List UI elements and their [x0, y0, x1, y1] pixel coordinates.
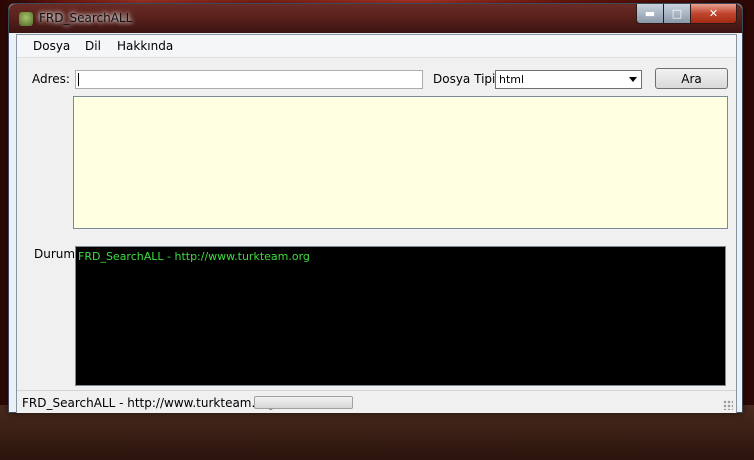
search-button[interactable]: Ara — [655, 68, 728, 89]
status-log-line: FRD_SearchALL - http://www.turkteam.org — [78, 250, 310, 263]
title-bar[interactable]: FRD_SearchALL ▬ □ ✕ — [9, 4, 742, 33]
desktop-floor — [0, 405, 754, 460]
menu-bar: Dosya Dil Hakkında — [17, 35, 736, 58]
close-button[interactable]: ✕ — [690, 4, 737, 24]
maximize-icon: □ — [671, 7, 683, 20]
statusbar-text: FRD_SearchALL - http://www.turkteam.org — [22, 396, 275, 410]
app-icon — [19, 12, 33, 26]
menu-dil[interactable]: Dil — [85, 39, 101, 53]
status-log[interactable]: FRD_SearchALL - http://www.turkteam.org — [75, 246, 726, 386]
progress-bar — [254, 396, 353, 409]
resize-grip-icon[interactable] — [723, 400, 733, 410]
chevron-down-icon — [629, 77, 637, 82]
address-label: Adres: — [32, 72, 70, 86]
menu-hakkinda[interactable]: Hakkında — [117, 39, 173, 53]
minimize-icon: ▬ — [644, 7, 656, 20]
status-bar: FRD_SearchALL - http://www.turkteam.org — [17, 390, 736, 413]
close-icon: ✕ — [708, 7, 719, 20]
minimize-button[interactable]: ▬ — [636, 4, 664, 24]
menu-dosya[interactable]: Dosya — [33, 39, 70, 53]
status-label: Durum: — [34, 247, 80, 261]
maximize-button[interactable]: □ — [663, 4, 691, 24]
file-type-select[interactable]: html — [495, 70, 642, 89]
app-window: FRD_SearchALL ▬ □ ✕ Dosya Dil Hakkında A… — [8, 3, 743, 413]
file-type-selected: html — [499, 73, 525, 86]
address-input[interactable] — [75, 70, 423, 89]
results-area[interactable] — [73, 96, 728, 229]
text-caret — [78, 73, 79, 86]
client-area: Dosya Dil Hakkında Adres: Dosya Tipi: ht… — [16, 34, 737, 413]
window-title: FRD_SearchALL — [39, 11, 133, 25]
file-type-label: Dosya Tipi: — [433, 72, 500, 86]
